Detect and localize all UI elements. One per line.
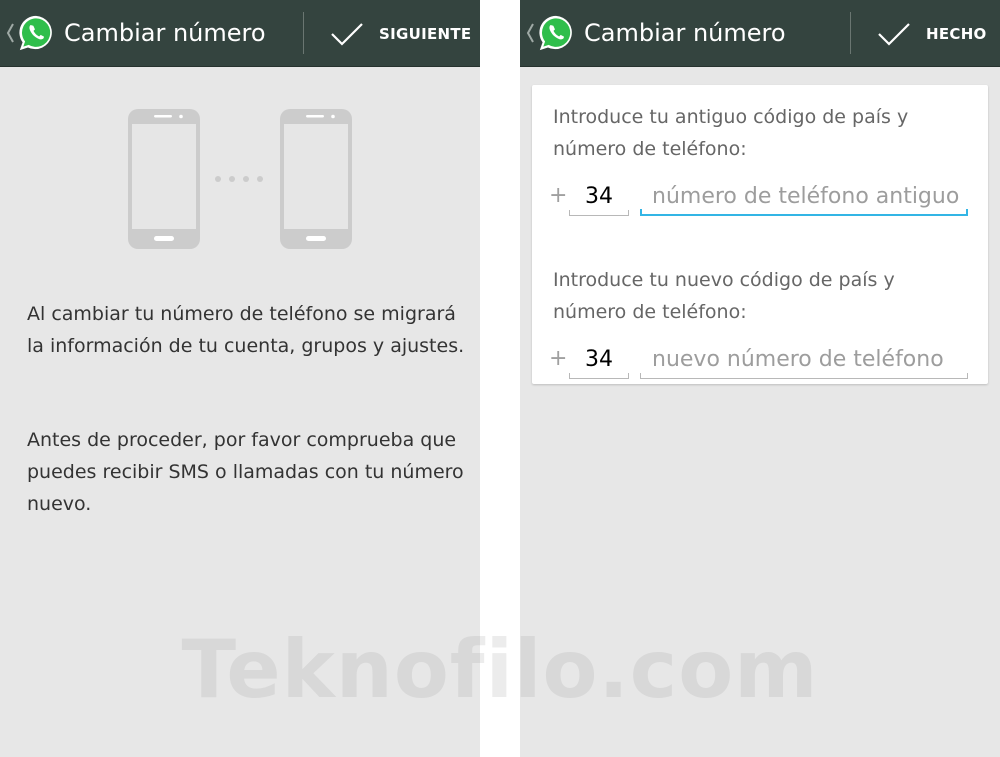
next-button-label: SIGUIENTE bbox=[379, 25, 472, 43]
done-button-label: HECHO bbox=[926, 25, 987, 43]
underline-tick bbox=[640, 209, 642, 214]
checkmark-icon bbox=[878, 23, 910, 46]
underline-tick bbox=[967, 373, 968, 378]
back-chevron-icon bbox=[6, 23, 14, 43]
verification-warning-text: Antes de proceder, por favor comprueba q… bbox=[27, 429, 464, 515]
new-country-code-input[interactable] bbox=[569, 342, 629, 376]
old-country-code-input[interactable] bbox=[569, 179, 629, 213]
new-plus-sign: + bbox=[549, 346, 568, 371]
underline-tick bbox=[628, 210, 629, 215]
checkmark-icon bbox=[331, 23, 363, 46]
old-plus-sign: + bbox=[549, 183, 568, 208]
old-phone-number-underline bbox=[640, 214, 968, 216]
left-screen: Cambiar número SIGUIENTE Al cambiar tu n… bbox=[0, 0, 480, 757]
new-phone-number-input[interactable] bbox=[640, 342, 968, 376]
migration-info-text: Al cambiar tu número de teléfono se migr… bbox=[27, 303, 465, 357]
old-number-label: Introduce tu antiguo código de país y nú… bbox=[553, 106, 909, 160]
old-phone-number-input[interactable] bbox=[640, 179, 968, 213]
phone-icon bbox=[280, 109, 352, 249]
back-chevron-icon bbox=[526, 23, 534, 43]
up-navigation[interactable] bbox=[520, 0, 580, 66]
new-phone-number-underline bbox=[640, 378, 968, 379]
whatsapp-logo-icon bbox=[539, 15, 572, 51]
underline-tick bbox=[640, 373, 641, 378]
old-country-code-underline bbox=[569, 215, 629, 216]
phone-icon bbox=[128, 109, 200, 249]
new-number-label: Introduce tu nuevo código de país y núme… bbox=[553, 269, 895, 323]
action-bar-title: Cambiar número bbox=[584, 19, 786, 47]
phone-number-form-card: Introduce tu antiguo código de país y nú… bbox=[532, 85, 988, 384]
underline-tick bbox=[569, 373, 570, 378]
action-bar: Cambiar número HECHO bbox=[520, 0, 1000, 67]
migration-dots bbox=[215, 176, 263, 182]
action-bar: Cambiar número SIGUIENTE bbox=[0, 0, 480, 67]
up-navigation[interactable] bbox=[0, 0, 60, 66]
next-button[interactable]: SIGUIENTE bbox=[304, 0, 480, 66]
whatsapp-logo-icon bbox=[19, 15, 52, 51]
underline-tick bbox=[966, 209, 968, 214]
underline-tick bbox=[628, 373, 629, 378]
action-bar-title: Cambiar número bbox=[64, 19, 266, 47]
right-screen: Cambiar número HECHO Introduce tu antigu… bbox=[520, 0, 1000, 757]
done-button[interactable]: HECHO bbox=[851, 0, 1000, 66]
underline-tick bbox=[569, 210, 570, 215]
phone-migration-illustration bbox=[128, 109, 352, 249]
new-country-code-underline bbox=[569, 378, 629, 379]
